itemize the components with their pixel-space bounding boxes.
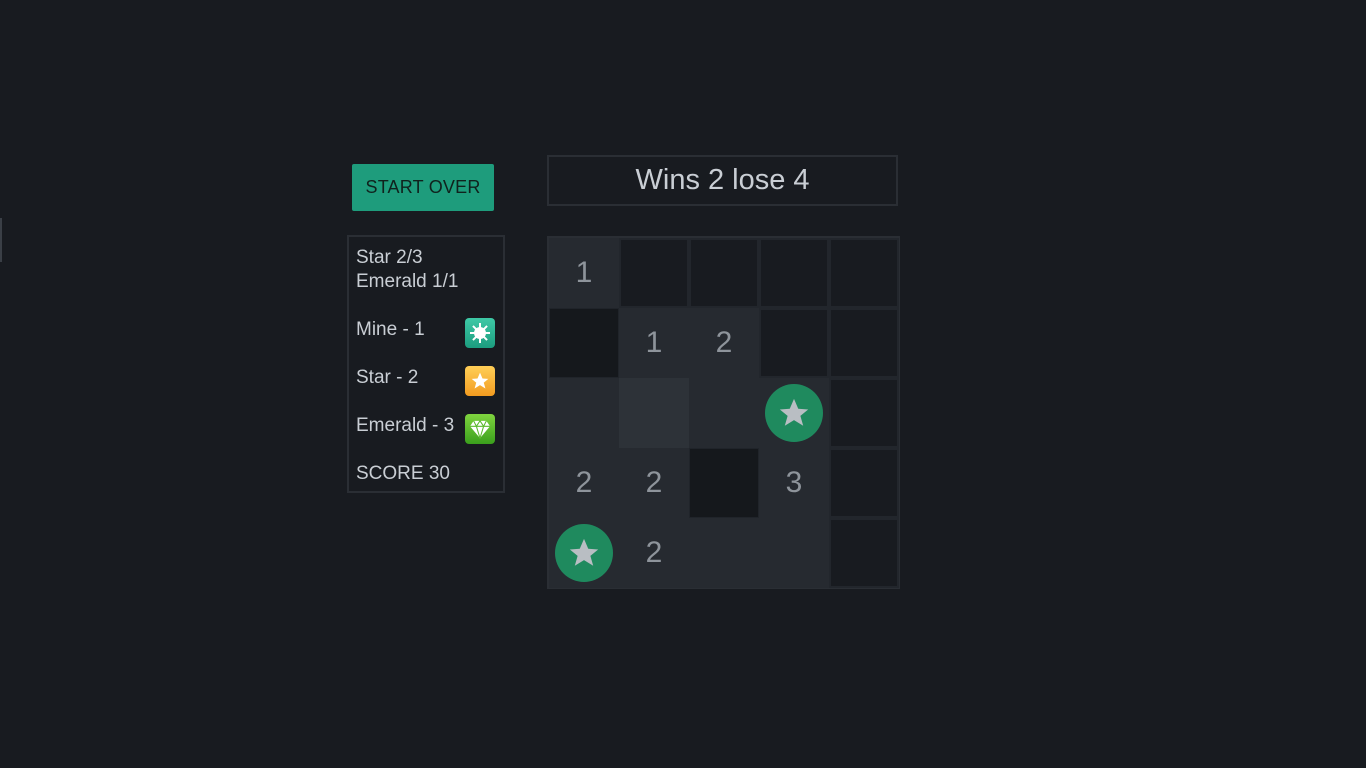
emerald-progress: Emerald 1/1 [356,271,459,292]
cell-number: 1 [645,326,663,359]
board-cell-r3-c0[interactable]: 2 [549,448,619,518]
board-cell-r2-c1[interactable] [619,378,689,448]
star-progress: Star 2/3 [356,247,423,268]
board-cell-r1-c3[interactable] [759,308,829,378]
board-cell-r4-c2[interactable] [689,518,759,588]
board-cell-r4-c4[interactable] [829,518,899,588]
cell-number: 2 [645,536,663,569]
mine-icon [465,318,495,348]
board-cell-r2-c4[interactable] [829,378,899,448]
board-cell-r2-c2[interactable] [689,378,759,448]
wins-count: 2 [707,164,725,196]
cell-number: 3 [785,466,803,499]
cell-number: 1 [575,256,593,289]
wins-label: Wins [635,164,700,196]
legend-star-label: Star - 2 [356,367,419,388]
board-cell-r2-c0[interactable] [549,378,619,448]
score-text: SCORE 30 [356,463,450,484]
status-panel: Wins 2 lose 4 [547,155,898,206]
star-token-icon [765,384,823,442]
cell-number: 2 [715,326,733,359]
lose-count: 4 [793,164,810,196]
game-board: 1 1 2 2 2 3 2 [547,236,900,589]
board-cell-r1-c2[interactable]: 2 [689,308,759,378]
board-cell-r3-c1[interactable]: 2 [619,448,689,518]
info-panel: Star 2/3 Emerald 1/1 Mine - 1 Star - 2 E… [347,235,505,493]
cell-number: 2 [575,466,593,499]
lose-label: lose [732,164,786,196]
emerald-icon [465,414,495,444]
board-cell-r3-c2[interactable] [689,448,759,518]
cell-number: 2 [645,466,663,499]
board-cell-r1-c1[interactable]: 1 [619,308,689,378]
start-over-button[interactable]: START OVER [352,164,494,211]
board-cell-r1-c4[interactable] [829,308,899,378]
board-cell-r4-c3[interactable] [759,518,829,588]
board-cell-r0-c3[interactable] [759,238,829,308]
board-cell-r0-c1[interactable] [619,238,689,308]
board-cell-r0-c2[interactable] [689,238,759,308]
star-icon [465,366,495,396]
legend-emerald-label: Emerald - 3 [356,415,455,436]
board-cell-r4-c0[interactable] [549,518,619,588]
board-cell-r2-c3[interactable] [759,378,829,448]
board-cell-r1-c0[interactable] [549,308,619,378]
board-cell-r0-c0[interactable]: 1 [549,238,619,308]
win-loss-text: Wins 2 lose 4 [636,164,810,197]
board-cell-r0-c4[interactable] [829,238,899,308]
board-cell-r4-c1[interactable]: 2 [619,518,689,588]
window-edge-marker [0,218,2,262]
legend-mine-label: Mine - 1 [356,319,425,340]
star-token-icon [555,524,613,582]
board-cell-r3-c4[interactable] [829,448,899,518]
board-cell-r3-c3[interactable]: 3 [759,448,829,518]
